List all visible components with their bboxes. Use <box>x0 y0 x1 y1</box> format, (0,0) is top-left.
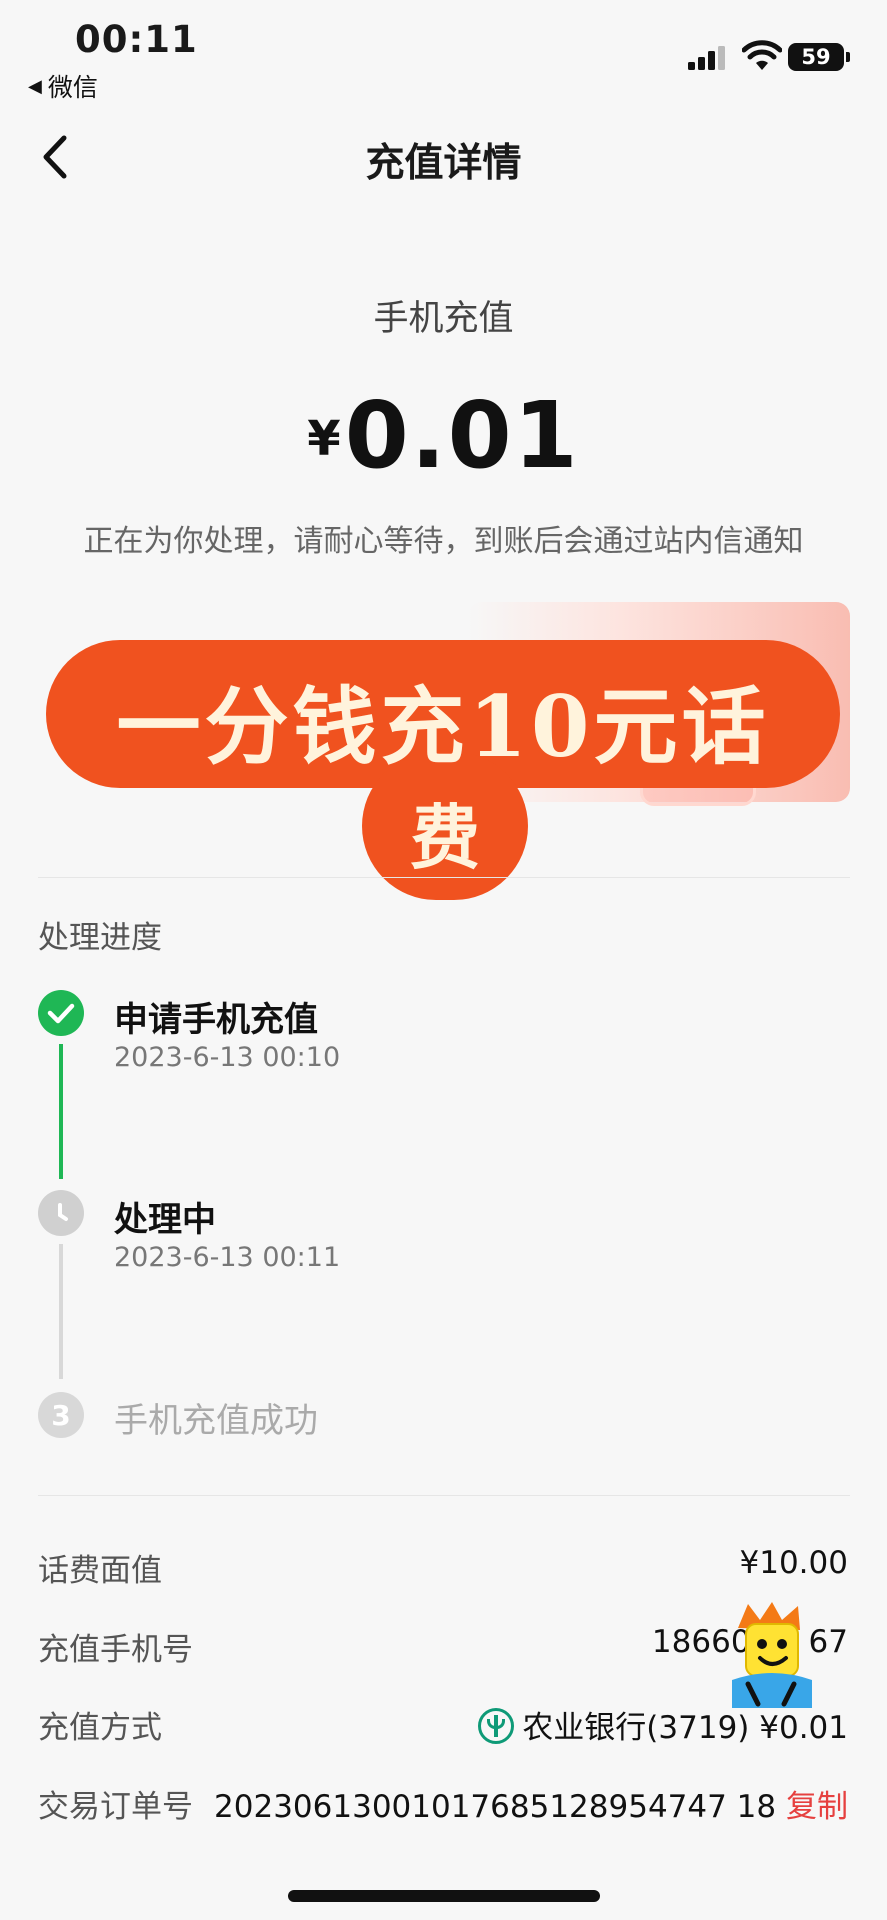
copy-order-button[interactable]: 复制 <box>786 1789 848 1825</box>
processing-notice: 正在为你处理，请耐心等待，到账后会通过站内信通知 <box>83 524 804 559</box>
promo-headline: 一分钱充10元话 <box>116 677 770 776</box>
divider <box>38 1495 850 1496</box>
step-time: 2023-6-13 00:10 <box>114 1042 341 1073</box>
amount: ¥0.01 <box>0 382 887 489</box>
back-app-label: 微信 <box>47 73 98 102</box>
battery-icon: 59 <box>788 43 844 71</box>
step-label: 手机充值成功 <box>114 1401 318 1441</box>
order-number: 20230613001017685128954747 18 复制 <box>214 1781 848 1826</box>
abc-bank-icon <box>478 1708 515 1744</box>
phone-label: 充值手机号 <box>38 1632 193 1668</box>
divider <box>38 877 850 878</box>
page-title: 充值详情 <box>365 141 522 186</box>
status-time: 00:11 <box>75 18 198 61</box>
progress-title: 处理进度 <box>38 920 162 956</box>
recharge-category: 手机充值 <box>373 299 514 339</box>
cellular-signal-icon <box>688 46 725 70</box>
step-label: 申请手机充值 <box>114 1000 318 1040</box>
step-time: 2023-6-13 00:11 <box>114 1242 341 1273</box>
step-label: 处理中 <box>114 1200 216 1240</box>
battery-tip <box>846 52 850 62</box>
payment-method-value: 农业银行(3719) ¥0.01 <box>522 1710 848 1746</box>
order-number-value: 20230613001017685128954747 18 <box>214 1789 777 1825</box>
back-triangle-icon: ◀ <box>28 75 42 97</box>
currency-symbol: ¥ <box>307 411 341 467</box>
step-number-icon: 3 <box>38 1392 84 1438</box>
home-indicator[interactable] <box>288 1890 600 1902</box>
amount-value: 0.01 <box>344 382 580 489</box>
progress-line-done <box>59 1044 63 1179</box>
check-icon <box>38 990 84 1036</box>
order-number-label: 交易订单号 <box>38 1789 193 1825</box>
cartoon-sticker-icon <box>732 1602 812 1708</box>
promo-headline-cont: 费 <box>410 796 480 879</box>
back-to-wechat-link[interactable]: ◀ 微信 <box>28 68 98 104</box>
progress-line-pending <box>59 1244 63 1379</box>
face-value: ¥10.00 <box>739 1545 848 1581</box>
payment-method: 农业银行(3719) ¥0.01 <box>478 1702 848 1747</box>
wifi-icon <box>742 40 782 70</box>
clock-icon <box>38 1190 84 1236</box>
face-value-label: 话费面值 <box>38 1553 162 1589</box>
payment-method-label: 充值方式 <box>38 1710 162 1746</box>
